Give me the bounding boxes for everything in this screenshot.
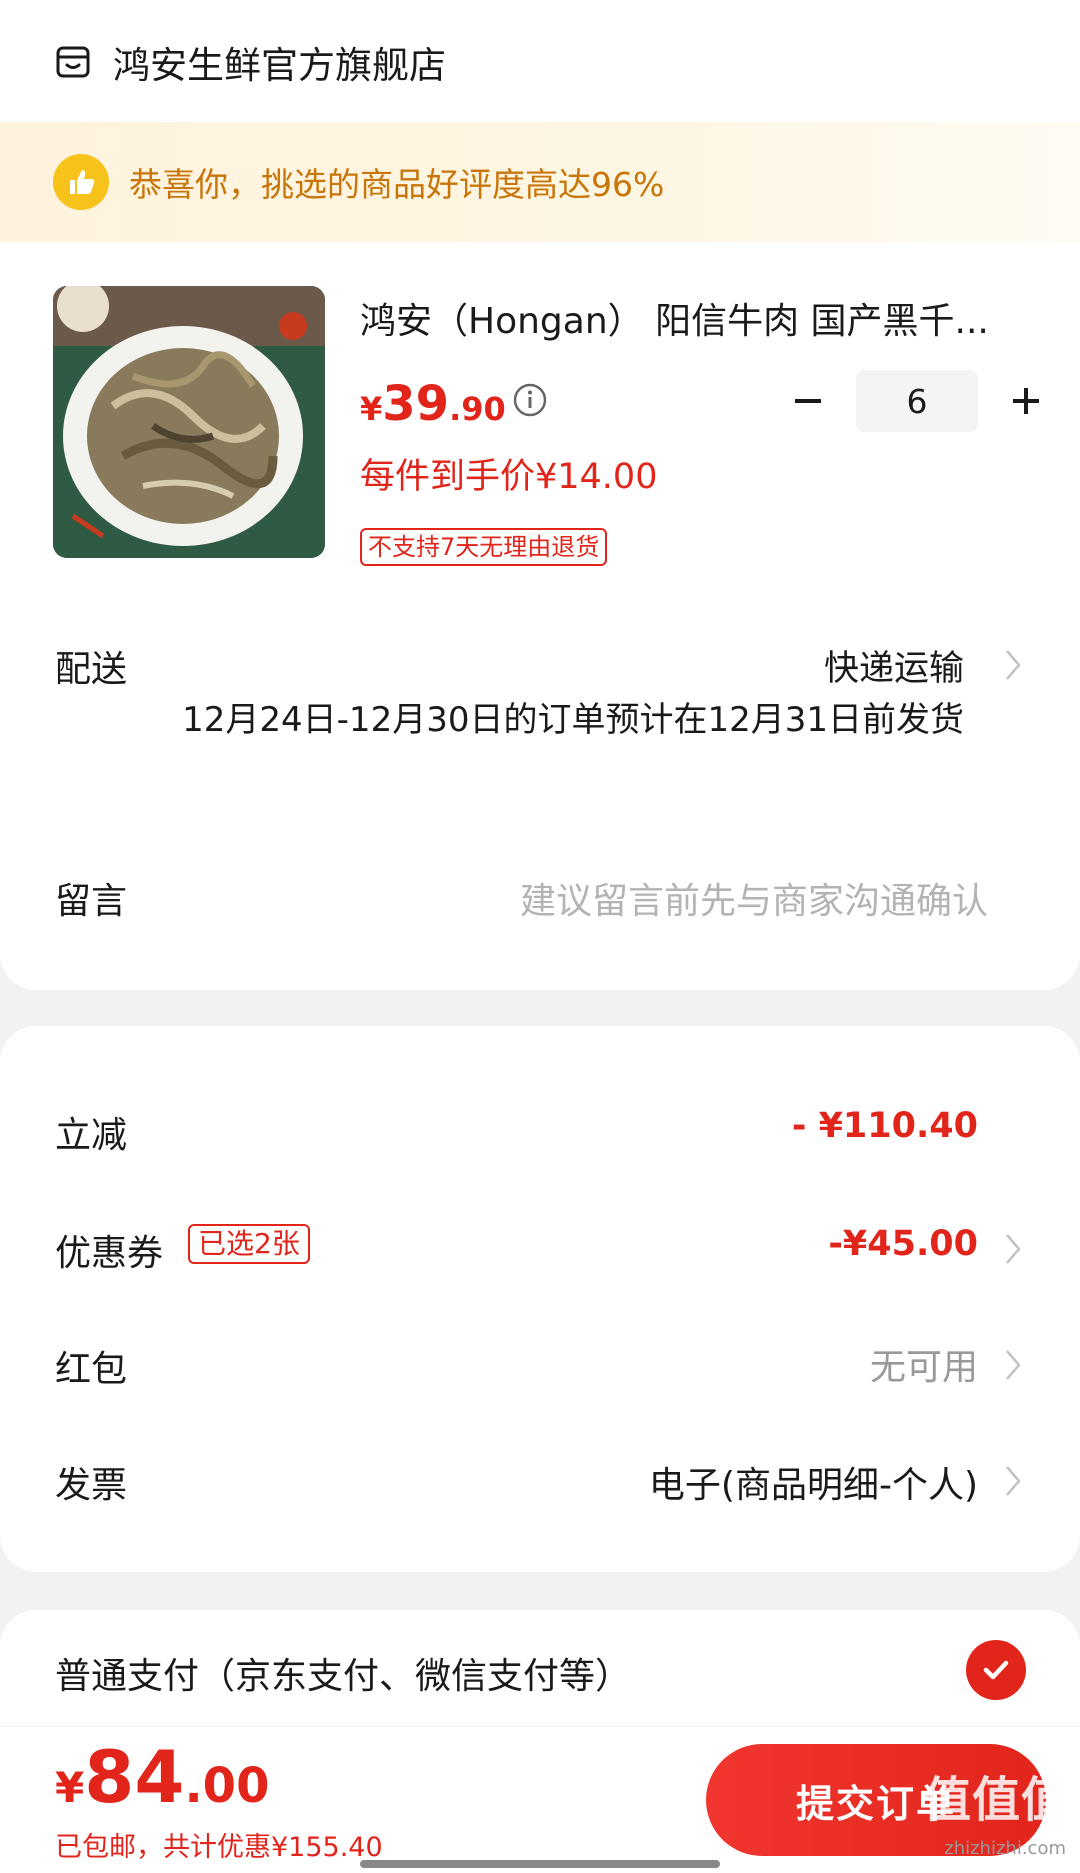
delivery-label: 配送 — [55, 649, 128, 690]
total-decimal: .00 — [184, 1758, 270, 1814]
product-title[interactable]: 鸿安（Hongan） 阳信牛肉 国产黑千... — [360, 292, 1020, 344]
total-price: ¥84.00 — [55, 1735, 269, 1819]
red-packet-label: 红包 — [55, 1349, 128, 1390]
price-currency: ¥ — [360, 390, 383, 428]
unit-price: 每件到手价¥14.00 — [360, 457, 658, 497]
invoice-label: 发票 — [55, 1465, 128, 1506]
watermark: 值值值 — [922, 1772, 1070, 1828]
chevron-right-icon[interactable] — [1004, 1348, 1022, 1382]
coupon-label: 优惠券 — [55, 1233, 164, 1274]
minus-icon — [795, 399, 821, 403]
instant-discount-value: - ¥110.40 — [791, 1106, 978, 1146]
checkmark-icon[interactable] — [966, 1640, 1026, 1700]
message-input[interactable]: 建议留言前先与商家沟通确认 — [520, 872, 988, 924]
divider — [0, 1726, 1080, 1727]
invoice-value[interactable]: 电子(商品明细-个人) — [649, 1456, 978, 1508]
rating-banner-text: 恭喜你，挑选的商品好评度高达96% — [129, 165, 665, 204]
message-label: 留言 — [55, 881, 128, 922]
product-item: 鸿安（Hongan） 阳信牛肉 国产黑千... ¥39.90 6 每件到手价¥1… — [0, 286, 1080, 576]
instant-discount-label: 立减 — [55, 1115, 128, 1156]
quantity-stepper: 6 — [780, 370, 1054, 432]
red-packet-value[interactable]: 无可用 — [870, 1338, 978, 1390]
product-price: ¥39.90 — [360, 376, 506, 432]
watermark-url: zhizhizhi.com — [944, 1838, 1066, 1859]
payment-method-label[interactable]: 普通支付（京东支付、微信支付等） — [55, 1647, 631, 1699]
total-integer: 84 — [84, 1735, 185, 1819]
price-decimal: .90 — [449, 390, 506, 428]
rating-banner: 恭喜你，挑选的商品好评度高达96% — [0, 122, 1080, 242]
store-icon — [56, 46, 90, 78]
increase-button[interactable] — [998, 373, 1054, 429]
product-image[interactable] — [53, 286, 325, 558]
order-confirm-page: 鸿安生鲜官方旗舰店 恭喜你，挑选的商品好评度高达96% 鸿安（Hongan） 阳… — [0, 0, 1080, 1873]
decrease-button[interactable] — [780, 373, 836, 429]
chevron-right-icon[interactable] — [1004, 1464, 1022, 1498]
thumbs-up-icon — [53, 154, 109, 210]
chevron-right-icon[interactable] — [1004, 648, 1022, 682]
shop-header[interactable]: 鸿安生鲜官方旗舰店 — [55, 30, 446, 94]
quantity-input[interactable]: 6 — [856, 370, 978, 432]
total-summary: 已包邮，共计优惠¥155.40 — [55, 1832, 383, 1863]
shop-name: 鸿安生鲜官方旗舰店 — [113, 44, 446, 87]
coupon-selected-tag: 已选2张 — [188, 1224, 310, 1264]
total-currency: ¥ — [55, 1763, 85, 1812]
order-card: 鸿安生鲜官方旗舰店 恭喜你，挑选的商品好评度高达96% 鸿安（Hongan） 阳… — [0, 0, 1080, 990]
chevron-right-icon[interactable] — [1004, 1232, 1022, 1266]
coupon-value[interactable]: -¥45.00 — [828, 1224, 978, 1264]
plus-icon — [1013, 388, 1039, 414]
return-policy-tag: 不支持7天无理由退货 — [360, 528, 608, 566]
info-icon[interactable] — [512, 382, 548, 418]
home-indicator — [360, 1860, 720, 1868]
delivery-note: 12月24日-12月30日的订单预计在12月31日前发货 — [182, 700, 964, 740]
price-integer: 39 — [382, 376, 450, 432]
delivery-method[interactable]: 快递运输 — [824, 640, 964, 691]
